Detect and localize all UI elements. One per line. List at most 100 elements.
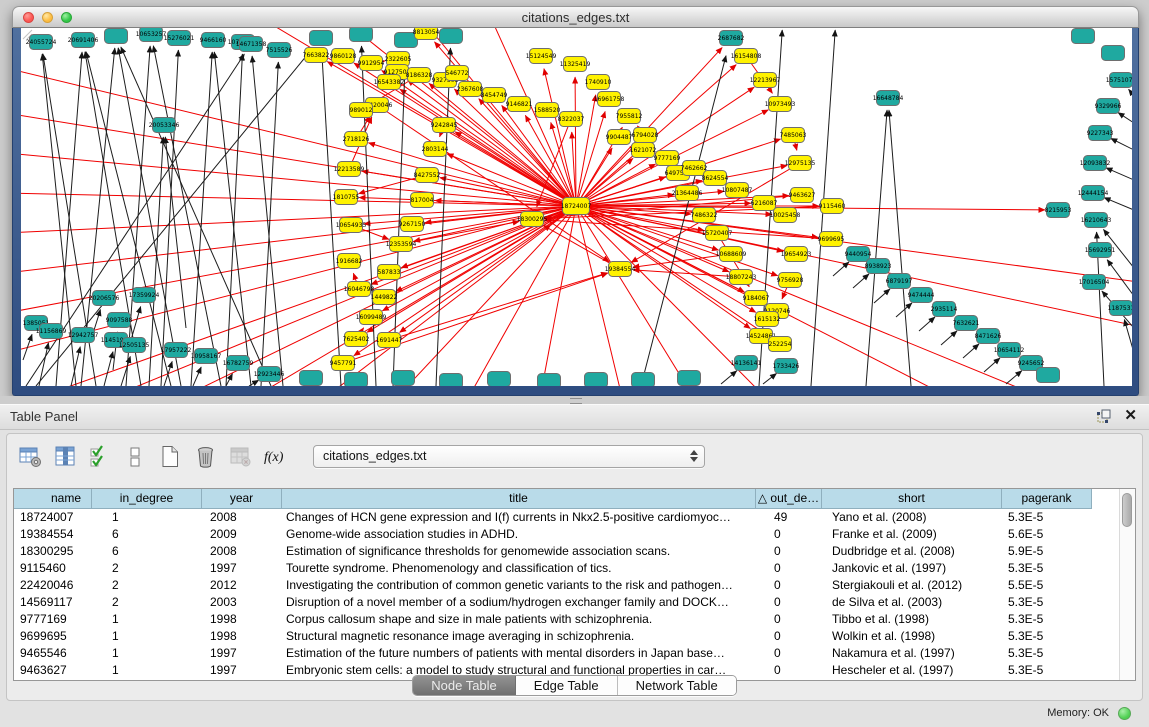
- graph-node-label: 12213967: [750, 77, 781, 84]
- table-cell-pagerank: 5.9E-5: [1002, 543, 1092, 560]
- table-panel-title: Table Panel: [10, 405, 78, 428]
- graph-node-label: 252254: [769, 341, 792, 348]
- graph-node-label: 16961758: [594, 96, 625, 103]
- table-source-dropdown[interactable]: citations_edges.txt: [313, 445, 705, 468]
- tab-node-table[interactable]: Node Table: [413, 676, 516, 695]
- graph-node-label: 10654935: [336, 222, 367, 229]
- graph-node[interactable]: [538, 374, 561, 387]
- network-window-titlebar[interactable]: citations_edges.txt: [12, 6, 1139, 28]
- column-header-out_degree[interactable]: △ out_de…: [756, 489, 822, 509]
- graph-node-label: 10025458: [770, 212, 801, 219]
- graph-node-label: 9474444: [908, 292, 935, 299]
- table-row[interactable]: 946554611997Estimation of the future num…: [14, 645, 1135, 662]
- column-header-title[interactable]: title: [282, 489, 756, 509]
- graph-edge: [193, 367, 201, 386]
- graph-edge: [874, 289, 890, 303]
- select-all-icon[interactable]: [87, 443, 113, 469]
- graph-node-label: 1810755: [333, 194, 360, 201]
- graph-edge: [389, 273, 608, 340]
- graph-node[interactable]: [1072, 29, 1095, 44]
- table-vertical-scrollbar[interactable]: [1119, 489, 1135, 680]
- select-rows-icon[interactable]: [122, 443, 148, 469]
- table-cell-pagerank: 5.3E-5: [1002, 594, 1092, 611]
- table-row[interactable]: 977716911998Corpus callosum shape and si…: [14, 611, 1135, 628]
- status-bar: Memory: OK: [0, 701, 1149, 727]
- graph-edge: [576, 206, 1031, 386]
- graph-node[interactable]: [632, 373, 655, 387]
- graph-node[interactable]: [440, 29, 463, 44]
- graph-node[interactable]: [585, 373, 608, 387]
- split-pane-divider[interactable]: [0, 396, 1149, 404]
- resize-grip-icon[interactable]: [21, 28, 33, 40]
- table-row[interactable]: 1938455462009Genome-wide association stu…: [14, 526, 1135, 543]
- table-cell-year: 2008: [202, 543, 282, 560]
- memory-ok-indicator[interactable]: [1118, 707, 1131, 720]
- tab-network-table[interactable]: Network Table: [618, 676, 736, 695]
- graph-node-label: 9466160: [200, 37, 227, 44]
- graph-edge: [1111, 138, 1132, 150]
- table-cell-title: Estimation of significance thresholds fo…: [282, 543, 756, 560]
- graph-node-label: 9463627: [789, 192, 816, 199]
- graph-node-label: 9146821: [506, 101, 533, 108]
- scrollbar-thumb[interactable]: [1122, 493, 1132, 527]
- graph-node[interactable]: [1102, 46, 1125, 61]
- graph-node-label: 2803144: [422, 146, 449, 153]
- graph-node-label: 1691447: [376, 337, 403, 344]
- new-table-icon[interactable]: [157, 443, 183, 469]
- graph-edge: [226, 54, 242, 386]
- graph-node-label: 10958167: [191, 353, 222, 360]
- graph-node[interactable]: [345, 373, 368, 387]
- graph-node[interactable]: [440, 374, 463, 387]
- table-row[interactable]: 1830029562008Estimation of significance …: [14, 543, 1135, 560]
- table-cell-year: 2008: [202, 509, 282, 526]
- graph-node-label: 8624554: [702, 175, 729, 182]
- graph-edge: [131, 307, 141, 340]
- table-cell-pagerank: 5.3E-5: [1002, 628, 1092, 645]
- graph-node-label: 6216087: [751, 200, 778, 207]
- graph-node[interactable]: [310, 31, 333, 46]
- table-cell-in_degree: 6: [92, 543, 202, 560]
- graph-edge: [214, 52, 251, 386]
- table-row[interactable]: 911546021997Tourette syndrome. Phenomeno…: [14, 560, 1135, 577]
- delete-icon[interactable]: [192, 443, 218, 469]
- column-header-year[interactable]: year: [202, 489, 282, 509]
- table-row[interactable]: 1456911722003Disruption of a novel membe…: [14, 594, 1135, 611]
- table-cell-year: 1997: [202, 645, 282, 662]
- network-canvas[interactable]: 2405572420691406106532571527602194661601…: [21, 28, 1132, 386]
- function-builder-icon[interactable]: f(x): [262, 443, 288, 469]
- graph-node[interactable]: [350, 28, 373, 42]
- network-canvas-container[interactable]: 2405572420691406106532571527602194661601…: [21, 28, 1132, 386]
- table-cell-name: 9115460: [14, 560, 92, 577]
- graph-node[interactable]: [488, 372, 511, 387]
- table-settings-icon[interactable]: [17, 443, 43, 469]
- column-header-pagerank[interactable]: pagerank: [1002, 489, 1092, 509]
- tab-edge-table[interactable]: Edge Table: [516, 676, 618, 695]
- graph-node-label: 8938923: [865, 263, 892, 270]
- graph-node-label: 16046798: [344, 286, 375, 293]
- delete-table-icon[interactable]: [227, 443, 253, 469]
- column-header-in_degree[interactable]: in_degree: [92, 489, 202, 509]
- graph-edge: [261, 206, 576, 386]
- table-row[interactable]: 969969511998Structural magnetic resonanc…: [14, 628, 1135, 645]
- graph-node[interactable]: [392, 371, 415, 386]
- column-header-short[interactable]: short: [822, 489, 1002, 509]
- graph-node[interactable]: [105, 29, 128, 44]
- table-cell-short: Nakamura et al. (1997): [822, 645, 1002, 662]
- graph-edge: [1118, 113, 1132, 123]
- table-row[interactable]: 1872400712008Changes of HCN gene express…: [14, 509, 1135, 526]
- table-cell-year: 2003: [202, 594, 282, 611]
- graph-node[interactable]: [1037, 368, 1060, 383]
- float-panel-icon[interactable]: [1097, 409, 1112, 423]
- graph-edge: [455, 132, 576, 206]
- close-panel-icon[interactable]: ✕: [1124, 408, 1137, 424]
- column-header-name[interactable]: name: [14, 489, 92, 509]
- graph-node-label: 10807487: [722, 187, 753, 194]
- table-row[interactable]: 2242004622012Investigating the contribut…: [14, 577, 1135, 594]
- graph-node[interactable]: [300, 371, 323, 386]
- table-cell-title: Changes of HCN gene expression and I(f) …: [282, 509, 756, 526]
- graph-node-label: 12444154: [1078, 190, 1109, 197]
- table-cell-short: Stergiakouli et al. (2012): [822, 577, 1002, 594]
- table-columns-icon[interactable]: [52, 443, 78, 469]
- graph-node[interactable]: [678, 371, 701, 386]
- graph-node-label: 8454749: [481, 92, 508, 99]
